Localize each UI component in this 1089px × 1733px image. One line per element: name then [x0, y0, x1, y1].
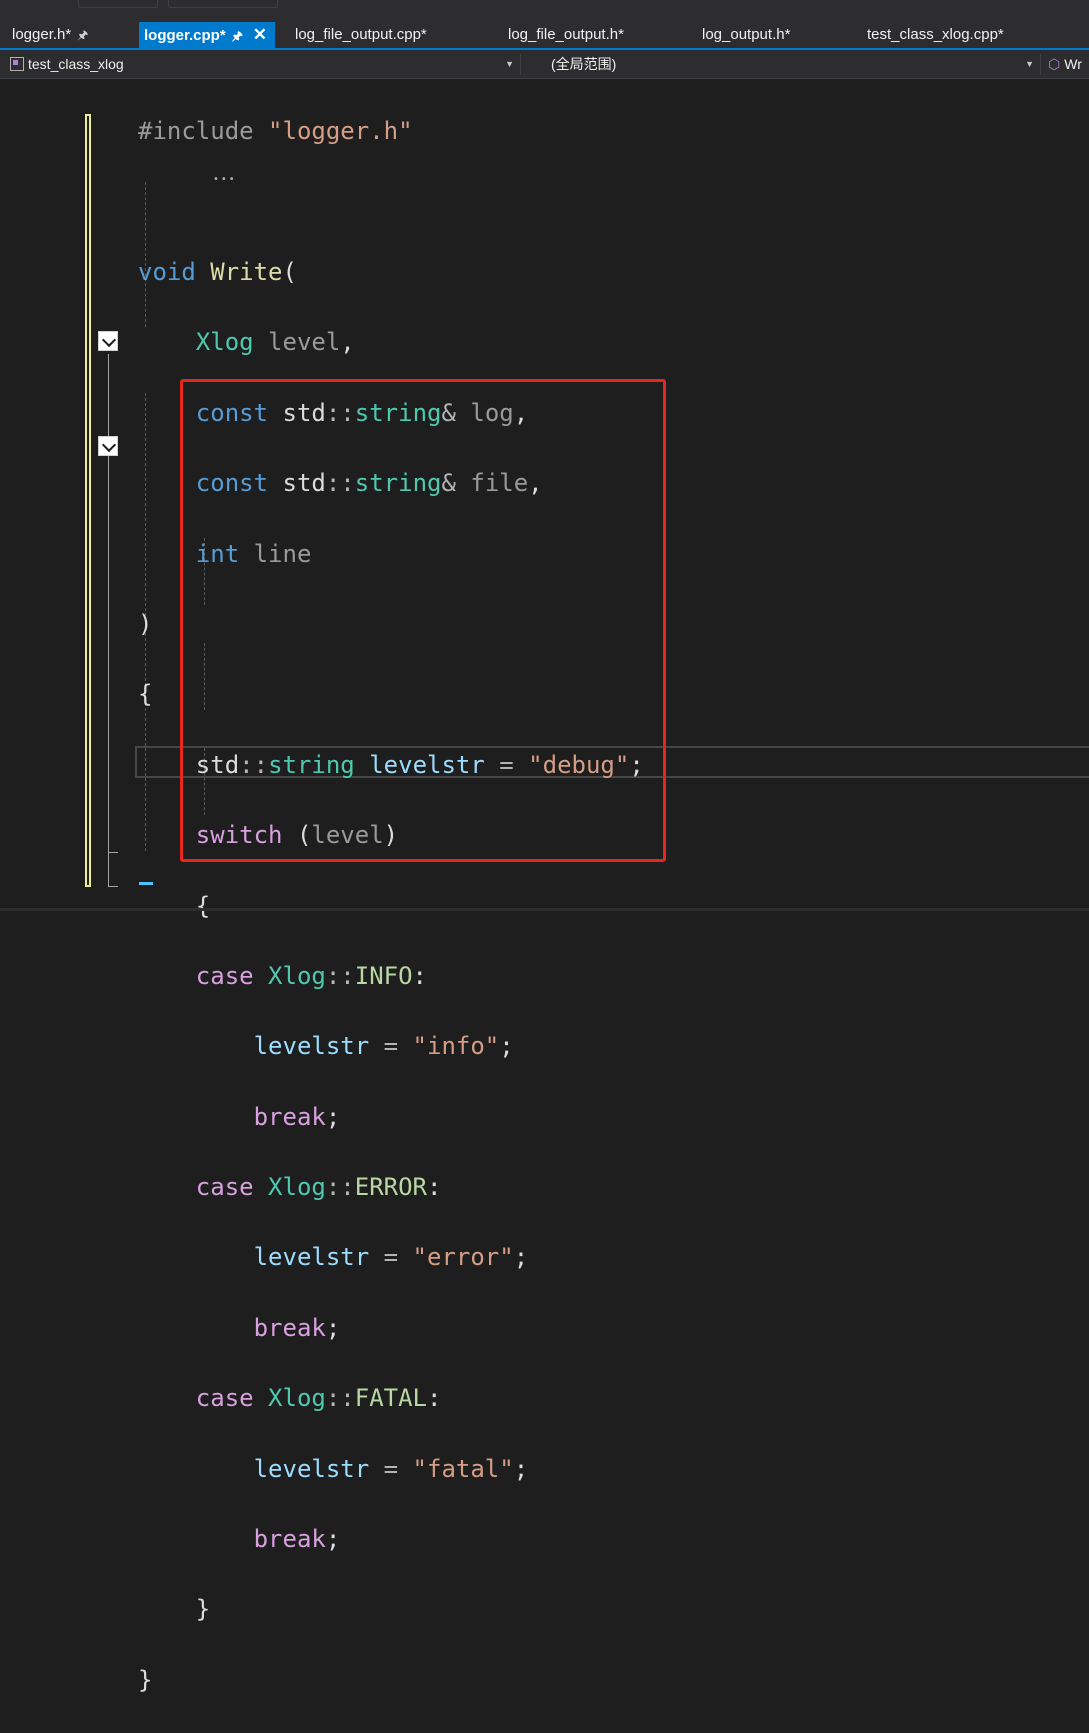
project-dropdown[interactable]: test_class_xlog ▼ [0, 54, 521, 75]
tab-label: test_class_xlog.cpp* [867, 26, 1004, 43]
enum-value: INFO [354, 961, 413, 990]
tab-logger-h[interactable]: logger.h* 🖈︎ [12, 22, 88, 48]
enum-value: FATAL [354, 1384, 427, 1413]
project-icon [10, 57, 24, 71]
tab-log-file-output-h[interactable]: log_file_output.h* [508, 22, 624, 48]
type-name: Xlog [268, 1173, 326, 1202]
pin-icon[interactable]: 🖈︎ [77, 28, 88, 42]
keyword: void [138, 257, 196, 286]
string-literal: "info" [412, 1032, 500, 1061]
keyword: break [253, 1525, 326, 1554]
string-literal: "error" [412, 1243, 514, 1272]
include-path: "logger.h" [268, 117, 413, 146]
pin-icon[interactable]: 🖈︎ [232, 29, 243, 43]
collapse-icon[interactable] [98, 331, 118, 351]
project-label: test_class_xlog [28, 56, 124, 72]
code-line: case Xlog::INFO: [195, 961, 427, 990]
code-line: levelstr = "info"; [253, 1032, 514, 1061]
preprocessor-directive: #include [138, 117, 254, 146]
variable: levelstr [253, 1032, 370, 1061]
code-line: { [195, 891, 211, 920]
tab-strip: logger.h* 🖈︎ logger.cpp* 🖈︎ ✕ log_file_outp… [0, 0, 1089, 52]
tab-label: log_file_output.h* [508, 26, 624, 43]
outline-end [108, 852, 118, 853]
code-line: void Write( [138, 257, 297, 286]
keyword: case [195, 961, 254, 990]
toolbar-button[interactable] [168, 0, 278, 8]
enum-value: ERROR [354, 1173, 427, 1202]
function-name: Write [210, 257, 283, 286]
collapse-icon[interactable] [98, 436, 118, 456]
member-dropdown[interactable]: ⬡ Wr [1040, 54, 1089, 75]
code-line: } [195, 1595, 211, 1624]
parameter: level [268, 328, 341, 357]
keyword: break [253, 1313, 326, 1342]
keyword: break [253, 1102, 326, 1131]
scope-dropdown[interactable]: (全局范围) ▼ [524, 54, 1041, 75]
code-line: break; [253, 1102, 341, 1131]
code-line: levelstr = "fatal"; [253, 1454, 529, 1483]
scope-label: (全局范围) [551, 56, 617, 72]
tab-label: logger.cpp* [144, 27, 226, 44]
line-number-margin [0, 79, 43, 911]
navigation-bar: test_class_xlog ▼ (全局范围) ▼ ⬡ Wr [0, 52, 1089, 79]
tab-underline [0, 48, 1089, 50]
code-line: #include "logger.h" [138, 114, 644, 149]
code-line: Xlog level, [195, 328, 355, 357]
tab-logger-cpp[interactable]: logger.cpp* 🖈︎ ✕ [139, 22, 276, 48]
tab-label: logger.h* [12, 26, 72, 43]
toolbar-remnant [0, 0, 1089, 20]
code-line: case Xlog::FATAL: [195, 1384, 442, 1413]
outline-end [108, 886, 118, 887]
brace-match-indicator [139, 882, 153, 885]
outline-line [108, 354, 109, 886]
tab-label: log_file_output.cpp* [295, 26, 427, 43]
toolbar-button[interactable] [78, 0, 158, 8]
type-name: Xlog [268, 1384, 326, 1413]
chevron-down-icon[interactable]: ▼ [505, 54, 514, 75]
tab-log-output-h[interactable]: log_output.h* [702, 22, 790, 48]
keyword: case [195, 1384, 254, 1413]
close-icon[interactable]: ✕ [253, 25, 267, 44]
variable: levelstr [253, 1243, 370, 1272]
tab-log-file-output-cpp[interactable]: log_file_output.cpp* [295, 22, 427, 48]
tab-label: log_output.h* [702, 26, 791, 43]
chevron-down-icon[interactable]: ▼ [1025, 54, 1034, 75]
quick-action-indicator[interactable]: ••• [213, 174, 237, 185]
string-literal: "fatal" [412, 1454, 514, 1483]
type-name: Xlog [268, 961, 326, 990]
code-line: case Xlog::ERROR: [195, 1173, 442, 1202]
tab-test-class-xlog-cpp[interactable]: test_class_xlog.cpp* [867, 22, 1004, 48]
variable: levelstr [253, 1454, 370, 1483]
keyword: case [195, 1173, 254, 1202]
code-line: levelstr = "error"; [253, 1243, 529, 1272]
code-text[interactable]: #include "logger.h" void Write( Xlog lev… [138, 79, 644, 1733]
code-line: } [138, 1665, 153, 1694]
cube-icon: ⬡ [1048, 56, 1061, 72]
member-label: Wr [1064, 56, 1082, 72]
annotation-box [180, 379, 666, 862]
code-line: break; [253, 1313, 341, 1342]
type-name: Xlog [195, 328, 254, 357]
code-line: break; [253, 1525, 341, 1554]
